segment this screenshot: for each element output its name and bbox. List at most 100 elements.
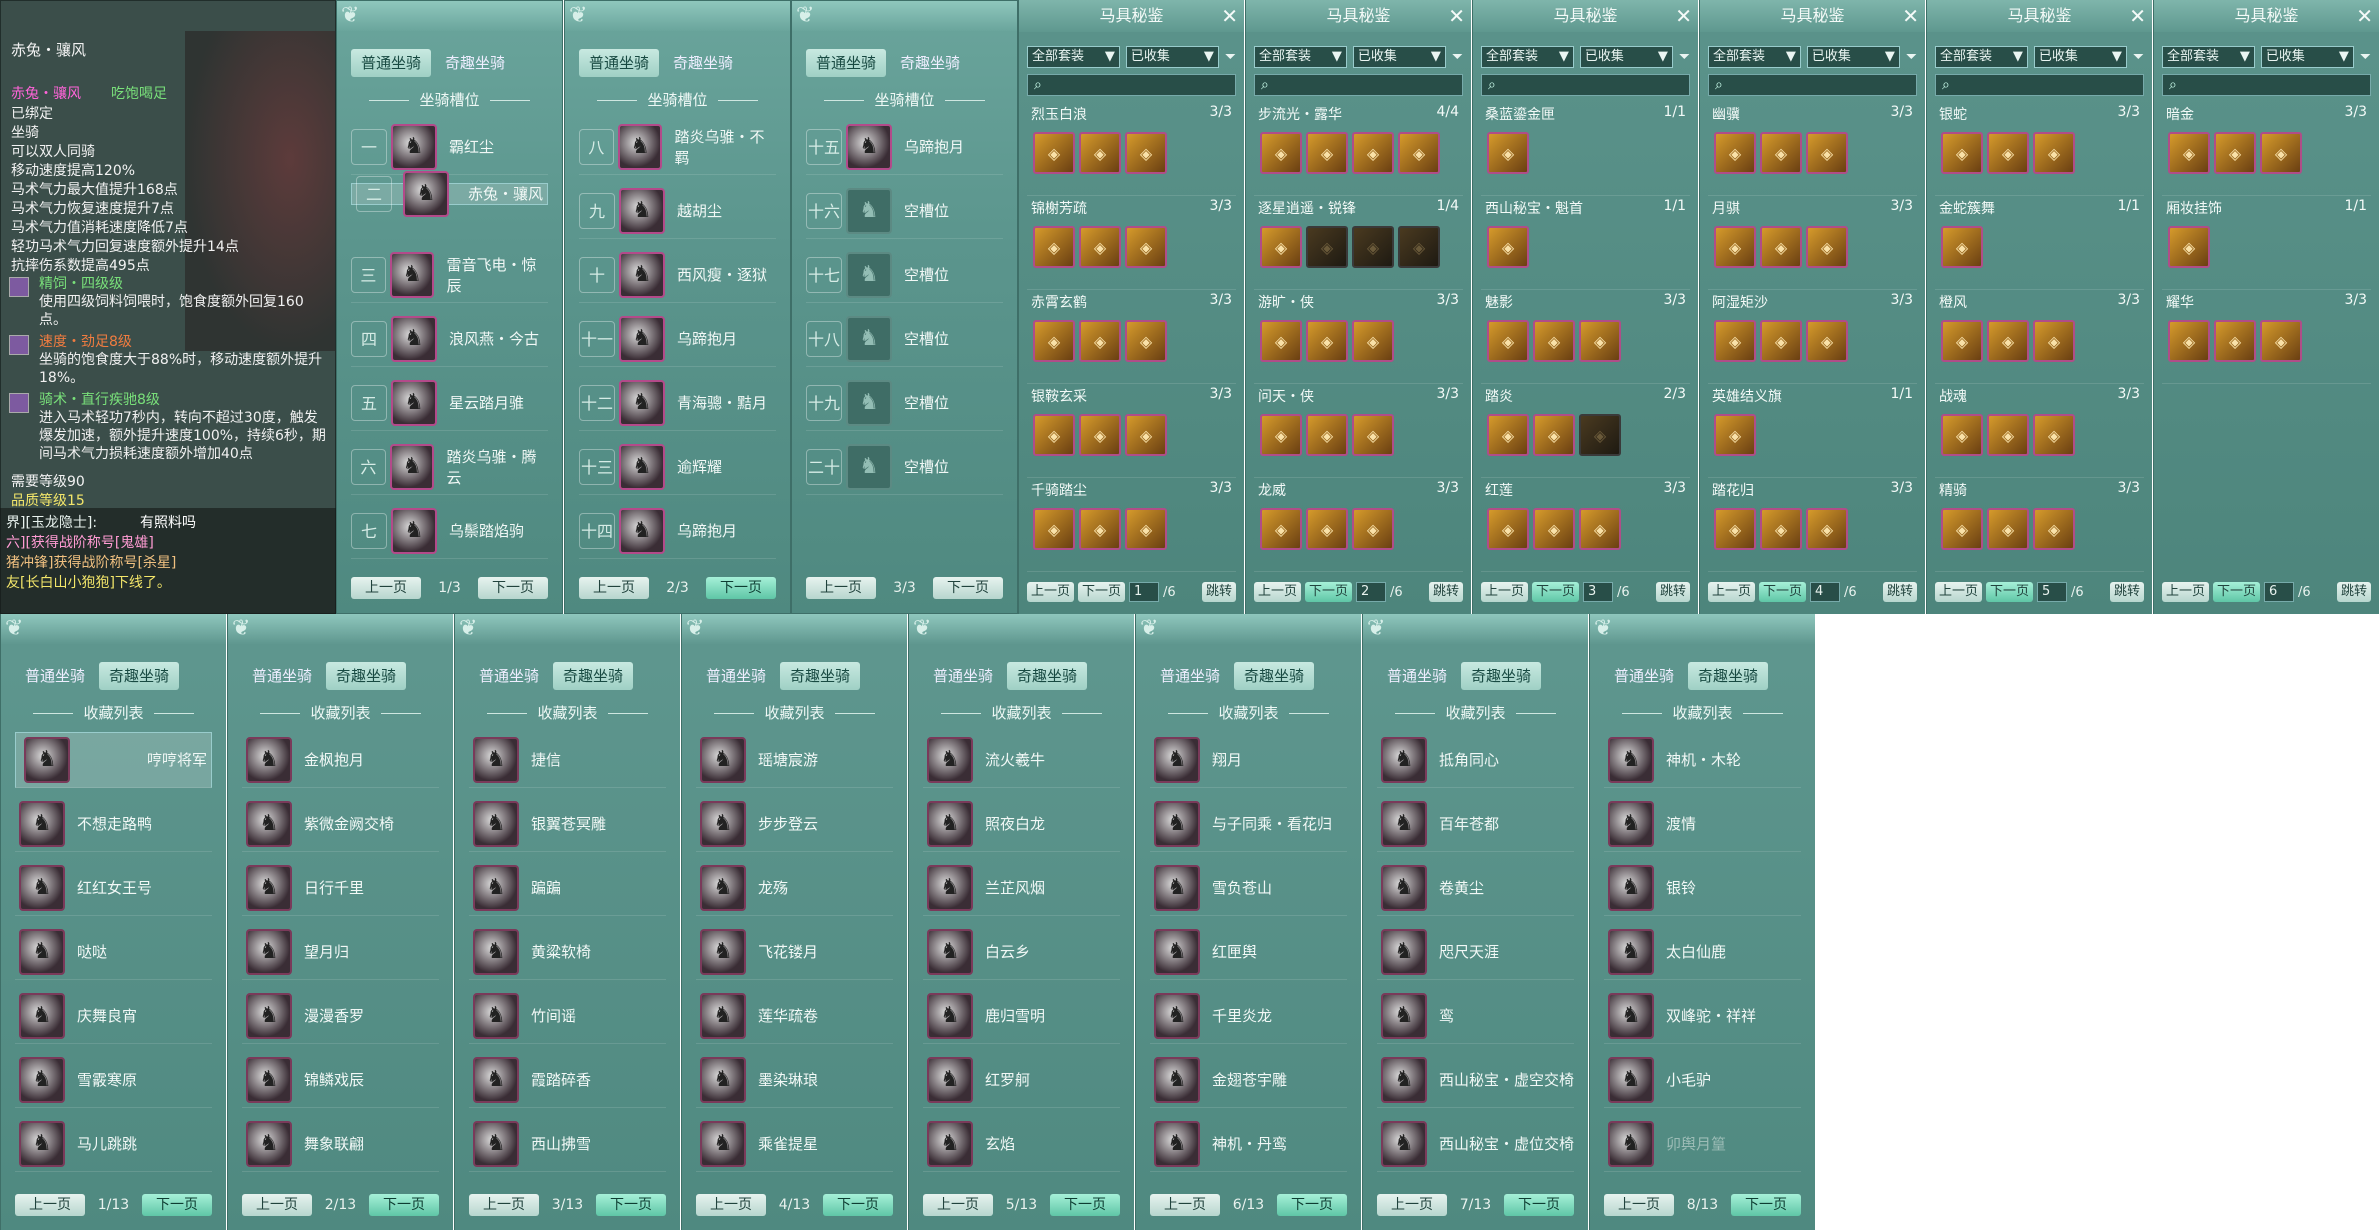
saddle-item-icon[interactable]: ◈: [1579, 320, 1621, 362]
prev-page-button[interactable]: 上一页: [1254, 582, 1302, 602]
search-input[interactable]: ⌕: [1481, 74, 1690, 96]
saddle-item-icon[interactable]: ◈: [1987, 508, 2029, 550]
mount-slot-row[interactable]: 十九 ♞ 空槽位: [806, 375, 1003, 431]
tab-normal-mounts[interactable]: 普通坐骑: [696, 662, 776, 690]
tab-normal-mounts[interactable]: 普通坐骑: [923, 662, 1003, 690]
favorite-mount-row[interactable]: ♞ 银铃: [1604, 860, 1801, 916]
prev-page-button[interactable]: 上一页: [242, 1194, 312, 1216]
saddle-item-icon[interactable]: ◈: [1352, 320, 1394, 362]
favorite-mount-row[interactable]: ♞ 照夜白龙: [923, 796, 1120, 852]
favorite-mount-row[interactable]: ♞ 与子同乘・看花归: [1150, 796, 1347, 852]
favorite-mount-row[interactable]: ♞ 霞踏碎香: [469, 1052, 666, 1108]
page-input[interactable]: 3: [1583, 582, 1614, 602]
next-page-button[interactable]: 下一页: [1759, 582, 1807, 602]
collected-filter-dropdown[interactable]: 已收集 ▼: [2260, 46, 2354, 68]
close-icon[interactable]: ✕: [1221, 4, 1238, 28]
favorite-mount-row[interactable]: ♞ 兰芷风烟: [923, 860, 1120, 916]
favorite-mount-row[interactable]: ♞ 玄焰: [923, 1116, 1120, 1172]
next-page-button[interactable]: 下一页: [478, 577, 548, 599]
saddle-item-icon[interactable]: ◈: [1714, 132, 1756, 174]
set-filter-dropdown[interactable]: 全部套装 ▼: [1708, 46, 1801, 68]
saddle-item-icon[interactable]: ◈: [1806, 132, 1848, 174]
favorite-mount-row[interactable]: ♞ 百年苍都: [1377, 796, 1574, 852]
tab-fun-mounts[interactable]: 奇趣坐骑: [1461, 662, 1542, 690]
favorite-mount-row[interactable]: ♞ 瑶塘宸游: [696, 732, 893, 788]
favorite-mount-row[interactable]: ♞ 黄粱软椅: [469, 924, 666, 980]
tab-fun-mounts[interactable]: 奇趣坐骑: [435, 49, 515, 77]
jump-button[interactable]: 跳转: [2336, 582, 2371, 602]
page-input[interactable]: 2: [1356, 582, 1387, 602]
page-input[interactable]: 5: [2037, 582, 2068, 602]
favorite-mount-row[interactable]: ♞ 卯舆月篁: [1604, 1116, 1801, 1172]
filter-icon[interactable]: ⏷: [1225, 49, 1236, 65]
favorite-mount-row[interactable]: ♞ 神机・丹鸾: [1150, 1116, 1347, 1172]
favorite-mount-row[interactable]: ♞ 卷黄尘: [1377, 860, 1574, 916]
tab-fun-mounts[interactable]: 奇趣坐骑: [780, 662, 861, 690]
favorite-mount-row[interactable]: ♞ 双峰驼・祥祥: [1604, 988, 1801, 1044]
saddle-item-icon[interactable]: ◈: [1487, 414, 1529, 456]
tab-normal-mounts[interactable]: 普通坐骑: [242, 662, 322, 690]
set-filter-dropdown[interactable]: 全部套装 ▼: [1481, 46, 1574, 68]
saddle-item-icon[interactable]: ◈: [1941, 508, 1983, 550]
saddle-item-icon[interactable]: ◈: [1760, 508, 1802, 550]
next-page-button[interactable]: 下一页: [2213, 582, 2261, 602]
close-icon[interactable]: ✕: [1448, 4, 1465, 28]
collected-filter-dropdown[interactable]: 已收集 ▼: [1125, 46, 1219, 68]
saddle-item-icon[interactable]: ◈: [1714, 508, 1756, 550]
next-page-button[interactable]: 下一页: [822, 1194, 893, 1216]
favorite-mount-row[interactable]: ♞ 锦鳞戏辰: [242, 1052, 439, 1108]
close-icon[interactable]: ✕: [1675, 4, 1692, 28]
saddle-item-icon[interactable]: ◈: [1033, 132, 1075, 174]
set-filter-dropdown[interactable]: 全部套装 ▼: [1935, 46, 2028, 68]
favorite-mount-row[interactable]: ♞ 红红女王号: [15, 860, 212, 916]
favorite-mount-row[interactable]: ♞ 莲华疏卷: [696, 988, 893, 1044]
saddle-item-icon[interactable]: ◈: [1125, 320, 1167, 362]
saddle-item-icon[interactable]: ◈: [1806, 320, 1848, 362]
saddle-item-icon[interactable]: ◈: [1352, 414, 1394, 456]
saddle-item-icon[interactable]: ◈: [1033, 414, 1075, 456]
search-input[interactable]: ⌕: [1708, 74, 1917, 96]
mount-slot-row[interactable]: 十六 ♞ 空槽位: [806, 183, 1003, 239]
jump-button[interactable]: 跳转: [1882, 582, 1917, 602]
saddle-item-icon[interactable]: ◈: [1941, 320, 1983, 362]
next-page-button[interactable]: 下一页: [1730, 1194, 1801, 1216]
saddle-item-icon[interactable]: ◈: [1398, 226, 1440, 268]
favorite-mount-row[interactable]: ♞ 小毛驴: [1604, 1052, 1801, 1108]
saddle-item-icon[interactable]: ◈: [1125, 226, 1167, 268]
favorite-mount-row[interactable]: ♞ 金枫抱月: [242, 732, 439, 788]
saddle-item-icon[interactable]: ◈: [1260, 320, 1302, 362]
tab-fun-mounts[interactable]: 奇趣坐骑: [326, 662, 407, 690]
favorite-mount-row[interactable]: ♞ 红罗舸: [923, 1052, 1120, 1108]
favorite-mount-row[interactable]: ♞ 漫漫香罗: [242, 988, 439, 1044]
prev-page-button[interactable]: 上一页: [1377, 1194, 1447, 1216]
favorite-mount-row[interactable]: ♞ 哼哼将军: [15, 732, 212, 788]
saddle-item-icon[interactable]: ◈: [2168, 226, 2210, 268]
saddle-item-icon[interactable]: ◈: [1714, 414, 1756, 456]
jump-button[interactable]: 跳转: [1428, 582, 1463, 602]
saddle-item-icon[interactable]: ◈: [2168, 320, 2210, 362]
favorite-mount-row[interactable]: ♞ 步步登云: [696, 796, 893, 852]
tab-fun-mounts[interactable]: 奇趣坐骑: [890, 49, 970, 77]
filter-icon[interactable]: ⏷: [1452, 49, 1463, 65]
saddle-item-icon[interactable]: ◈: [1079, 226, 1121, 268]
next-page-button[interactable]: 下一页: [368, 1194, 439, 1216]
favorite-mount-row[interactable]: ♞ 神机・木轮: [1604, 732, 1801, 788]
tab-normal-mounts[interactable]: 普通坐骑: [15, 662, 95, 690]
saddle-item-icon[interactable]: ◈: [1125, 508, 1167, 550]
saddle-item-icon[interactable]: ◈: [1806, 226, 1848, 268]
saddle-item-icon[interactable]: ◈: [1306, 132, 1348, 174]
mount-slot-row[interactable]: 十一 ♞ 乌蹄抱月: [579, 311, 776, 367]
page-input[interactable]: 1: [1129, 582, 1160, 602]
mount-slot-row[interactable]: 四 ♞ 浪风燕・今古: [351, 311, 548, 367]
filter-icon[interactable]: ⏷: [1679, 49, 1690, 65]
mount-slot-row[interactable]: 六 ♞ 踏炎乌骓・腾云: [351, 439, 548, 495]
favorite-mount-row[interactable]: ♞ 白云乡: [923, 924, 1120, 980]
saddle-item-icon[interactable]: ◈: [1987, 320, 2029, 362]
saddle-item-icon[interactable]: ◈: [1260, 132, 1302, 174]
saddle-item-icon[interactable]: ◈: [1760, 320, 1802, 362]
next-page-button[interactable]: 下一页: [1532, 582, 1580, 602]
saddle-item-icon[interactable]: ◈: [1352, 132, 1394, 174]
saddle-item-icon[interactable]: ◈: [1760, 132, 1802, 174]
tab-normal-mounts[interactable]: 普通坐骑: [469, 662, 549, 690]
close-icon[interactable]: ✕: [2356, 4, 2373, 28]
